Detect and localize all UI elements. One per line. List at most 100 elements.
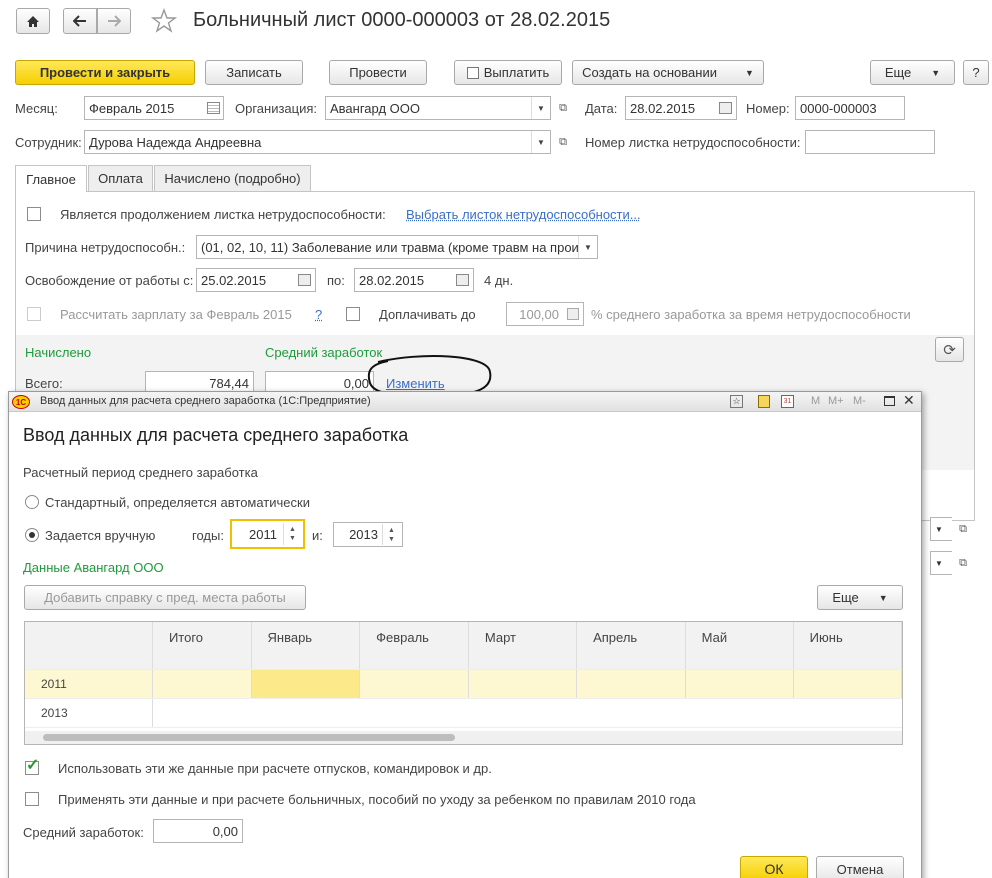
calendar-icon[interactable]: 31 <box>781 395 794 408</box>
hidden-field-1[interactable]: ▼ <box>930 517 952 541</box>
grid-cell[interactable] <box>793 669 902 699</box>
grid-cell[interactable] <box>576 698 686 728</box>
tab-payment[interactable]: Оплата <box>88 165 153 191</box>
open-icon[interactable]: ⧉ <box>553 97 573 119</box>
close-icon[interactable]: ✕ <box>903 392 915 409</box>
checkmark-icon: ✓ <box>26 757 40 774</box>
forward-button[interactable] <box>97 8 131 34</box>
create-based-label: Создать на основании <box>582 65 717 80</box>
org-field[interactable]: Авангард ООО ▼ <box>325 96 551 120</box>
grid-cell[interactable] <box>685 698 794 728</box>
date-value: 28.02.2015 <box>630 100 696 116</box>
table-row[interactable]: 2013 <box>25 698 902 728</box>
post-button[interactable]: Провести <box>329 60 427 85</box>
memory-minus-button[interactable]: M- <box>853 395 866 407</box>
home-button[interactable] <box>16 8 50 34</box>
grid-cell[interactable] <box>152 669 252 699</box>
tab-accrued-detail[interactable]: Начислено (подробно) <box>154 165 311 191</box>
grid-col-header[interactable]: Февраль <box>359 622 469 670</box>
choose-sick-leave-link[interactable]: Выбрать листок нетрудоспособности... <box>406 207 641 222</box>
more-button[interactable]: Еще ▼ <box>870 60 955 85</box>
help-button[interactable]: ? <box>963 60 989 85</box>
sick-number-field[interactable] <box>805 130 935 154</box>
use-data-label: Использовать эти же данные при расчете о… <box>58 761 492 776</box>
hidden-field-2[interactable]: ▼ <box>930 551 952 575</box>
release-from-field[interactable]: 25.02.2015 <box>196 268 316 292</box>
save-button[interactable]: Записать <box>205 60 303 85</box>
year-from-field[interactable]: 2011 ▲ ▼ <box>230 519 305 549</box>
grid-col-header[interactable]: Апрель <box>576 622 686 670</box>
days-count: 4 дн. <box>484 273 514 288</box>
chevron-down-icon[interactable]: ▼ <box>531 131 550 153</box>
grid-col-header[interactable]: Январь <box>251 622 361 670</box>
calculator-icon[interactable] <box>567 308 579 320</box>
calendar-icon[interactable] <box>207 102 220 114</box>
open-icon[interactable]: ⧉ <box>553 131 573 153</box>
grid-cell[interactable] <box>359 698 469 728</box>
calendar-icon[interactable] <box>456 274 469 286</box>
year-to-field[interactable]: 2013 ▲ ▼ <box>333 522 403 547</box>
apply-data-checkbox[interactable] <box>25 792 39 806</box>
grid-row-year[interactable]: 2011 <box>25 669 153 699</box>
calendar-icon[interactable] <box>298 274 311 286</box>
grid-cell[interactable] <box>468 698 577 728</box>
month-field[interactable]: Февраль 2015 <box>84 96 224 120</box>
grid-cell[interactable] <box>251 669 361 699</box>
dialog-avg-field[interactable]: 0,00 <box>153 819 243 843</box>
employee-field[interactable]: Дурова Надежда Андреевна ▼ <box>84 130 551 154</box>
grid-col-header[interactable]: Май <box>685 622 794 670</box>
calc-salary-label: Рассчитать зарплату за Февраль 2015 <box>60 307 292 322</box>
grid-cell[interactable] <box>793 698 902 728</box>
memory-plus-button[interactable]: M+ <box>828 395 844 407</box>
arrow-left-icon <box>73 15 86 27</box>
tab-main[interactable]: Главное <box>15 165 87 192</box>
cancel-button[interactable]: Отмена <box>816 856 904 878</box>
scrollbar-thumb[interactable] <box>43 734 455 741</box>
grid-col-header[interactable]: Март <box>468 622 578 670</box>
grid-cell[interactable] <box>685 669 794 699</box>
grid-cell[interactable] <box>468 669 578 699</box>
question-link[interactable]: ? <box>315 307 322 322</box>
calculator-icon[interactable] <box>758 395 770 408</box>
back-button[interactable] <box>63 8 97 34</box>
calc-salary-checkbox[interactable] <box>27 307 41 321</box>
post-close-button[interactable]: Провести и закрыть <box>15 60 195 85</box>
pay-up-checkbox[interactable] <box>346 307 360 321</box>
chevron-down-icon[interactable]: ▼ <box>578 236 597 258</box>
ok-button[interactable]: ОК <box>740 856 808 878</box>
chevron-down-icon[interactable]: ▼ <box>531 97 550 119</box>
grid-cell[interactable] <box>576 669 686 699</box>
create-based-button[interactable]: Создать на основании ▼ <box>572 60 764 85</box>
add-certificate-button[interactable]: Добавить справку с пред. места работы <box>24 585 306 610</box>
memory-m-button[interactable]: M <box>811 395 820 407</box>
open-icon[interactable]: ⧉ <box>953 552 973 574</box>
favorites-icon[interactable]: ☆ <box>730 395 743 408</box>
reason-field[interactable]: (01, 02, 10, 11) Заболевание или травма … <box>196 235 598 259</box>
grid-cell[interactable] <box>152 698 252 728</box>
favorite-star-button[interactable] <box>150 8 178 34</box>
date-field[interactable]: 28.02.2015 <box>625 96 737 120</box>
table-row[interactable]: 2011 <box>25 669 902 699</box>
standard-radio[interactable] <box>25 495 39 509</box>
spinner-icon[interactable]: ▲ ▼ <box>283 523 301 545</box>
grid-col-header[interactable]: Июнь <box>793 622 902 670</box>
refresh-button[interactable]: ⟳ <box>935 337 964 362</box>
years-label: годы: <box>192 528 224 543</box>
continuation-checkbox[interactable] <box>27 207 41 221</box>
pay-up-field[interactable]: 100,00 <box>506 302 584 326</box>
spinner-icon[interactable]: ▲ ▼ <box>382 524 400 545</box>
manual-radio[interactable] <box>25 528 39 542</box>
number-field[interactable]: 0000-000003 <box>795 96 905 120</box>
grid-row-year[interactable]: 2013 <box>25 698 153 728</box>
grid-cell[interactable] <box>359 669 469 699</box>
grid-cell[interactable] <box>251 698 360 728</box>
dialog-more-button[interactable]: Еще ▼ <box>817 585 903 610</box>
maximize-icon[interactable] <box>884 396 895 406</box>
release-to-field[interactable]: 28.02.2015 <box>354 268 474 292</box>
calendar-icon[interactable] <box>719 102 732 114</box>
horizontal-scrollbar[interactable] <box>25 731 902 744</box>
earnings-grid: Итого Январь Февраль Март Апрель Май Июн… <box>24 621 903 745</box>
pay-button[interactable]: Выплатить <box>454 60 562 85</box>
open-icon[interactable]: ⧉ <box>953 518 973 540</box>
grid-col-header[interactable]: Итого <box>152 622 252 670</box>
